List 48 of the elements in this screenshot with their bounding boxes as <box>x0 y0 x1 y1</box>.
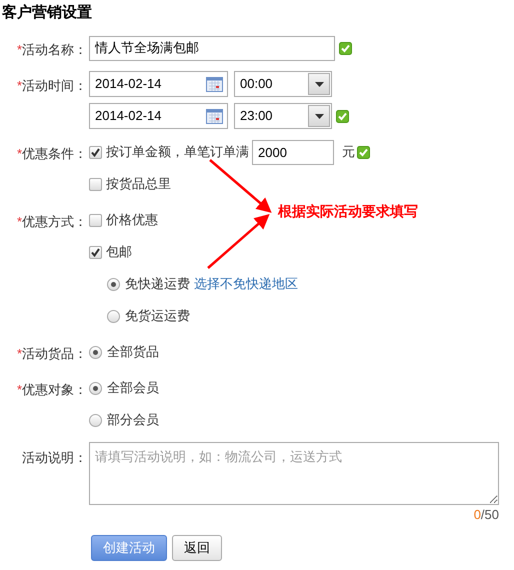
checkbox[interactable] <box>89 178 102 190</box>
field-label: 优惠方式： <box>22 213 87 231</box>
radio-button[interactable] <box>107 310 120 322</box>
checkbox[interactable] <box>89 246 102 258</box>
back-button[interactable]: 返回 <box>172 535 222 561</box>
radio-button[interactable] <box>107 278 120 290</box>
required-mark: * <box>16 213 22 231</box>
option-label: 按订单金额，单笔订单满 <box>106 143 249 162</box>
option-label: 价格优惠 <box>106 211 158 230</box>
character-counter: 0/50 <box>474 506 499 523</box>
radio-button[interactable] <box>89 346 102 358</box>
required-mark: * <box>16 77 22 95</box>
radio-button[interactable] <box>89 382 102 394</box>
option-label: 部分会员 <box>107 411 159 430</box>
checkbox[interactable] <box>89 214 102 226</box>
date-field[interactable]: 2014-02-14 <box>89 71 228 97</box>
calendar-icon[interactable] <box>206 108 223 124</box>
calendar-icon[interactable] <box>206 76 223 92</box>
arrow <box>207 214 270 269</box>
option-label: 免货运运费 <box>125 307 190 326</box>
arrow <box>209 159 272 213</box>
field-label: 活动说明： <box>22 449 87 467</box>
field-label: 优惠条件： <box>22 145 87 163</box>
required-mark: * <box>16 381 22 399</box>
amount-field[interactable]: 2000 <box>252 140 334 164</box>
option-label: 免快递运费 <box>125 275 190 294</box>
checkbox[interactable] <box>89 146 102 158</box>
field-label: 优惠对象： <box>22 381 87 399</box>
option-label: 全部会员 <box>107 379 159 398</box>
text-field[interactable]: 情人节全场满包邮 <box>89 36 335 60</box>
unit-label: 元 <box>342 143 355 162</box>
option-label: 包邮 <box>106 243 132 262</box>
field-label: 活动时间： <box>22 77 87 95</box>
field-label: 活动货品： <box>22 345 87 363</box>
time-select[interactable]: 23:00 <box>234 103 332 129</box>
field-label: 活动名称： <box>22 41 87 59</box>
date-field[interactable]: 2014-02-14 <box>89 103 228 129</box>
time-select[interactable]: 00:00 <box>234 71 332 97</box>
description-field[interactable]: 请填写活动说明，如：物流公司，运送方式 <box>89 442 499 505</box>
annotation-text: 根据实际活动要求填写 <box>278 202 418 222</box>
required-mark: * <box>16 345 22 363</box>
required-mark: * <box>16 41 22 59</box>
option-label: 按货品总里 <box>106 175 171 194</box>
region-link[interactable]: 选择不免快递地区 <box>194 274 298 294</box>
option-label: 全部货品 <box>107 343 159 362</box>
required-mark: * <box>16 145 22 163</box>
page-title: 客户营销设置 <box>2 3 93 23</box>
radio-button[interactable] <box>89 414 102 426</box>
